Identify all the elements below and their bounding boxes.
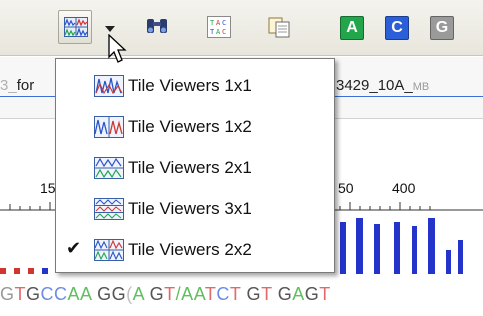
tile-3x1-icon bbox=[94, 197, 124, 220]
mouse-cursor-icon bbox=[108, 34, 127, 63]
base-g-button[interactable]: G bbox=[430, 16, 454, 40]
base-a-button[interactable]: A bbox=[340, 16, 364, 40]
base-letter: T bbox=[14, 284, 27, 304]
base-letter: C bbox=[40, 284, 55, 304]
base-letter: A bbox=[80, 284, 92, 304]
base-letter: T bbox=[204, 284, 217, 304]
base-sequence: GTGCCAA GG(A GT/AATCT GT GAGT bbox=[0, 284, 331, 305]
base-letter: G bbox=[149, 284, 165, 304]
base-letter: T bbox=[229, 284, 242, 304]
base-letter: C bbox=[54, 284, 68, 304]
base-letter: G bbox=[97, 284, 112, 304]
menu-item-tile-1x2[interactable]: Tile Viewers 1x2 bbox=[56, 106, 334, 147]
menu-item-label: Tile Viewers 2x1 bbox=[128, 157, 252, 177]
tile-2x2-icon bbox=[94, 238, 124, 261]
base-letter: G bbox=[246, 284, 262, 304]
tab-right-label: 3429_10A_ bbox=[336, 77, 413, 94]
base-letter: G bbox=[26, 284, 41, 304]
find-button[interactable] bbox=[140, 10, 174, 44]
tile-1x1-icon bbox=[94, 74, 124, 97]
chevron-down-icon[interactable] bbox=[105, 26, 115, 32]
svg-text:C: C bbox=[222, 28, 226, 36]
base-letter: A bbox=[193, 284, 205, 304]
ruler-label: 15 bbox=[40, 180, 56, 196]
base-letter: T bbox=[261, 284, 273, 304]
tile-1x2-icon bbox=[94, 115, 124, 138]
base-letter: A bbox=[292, 284, 305, 304]
tile-2x1-icon bbox=[94, 156, 124, 179]
tile-viewers-button[interactable] bbox=[58, 10, 92, 44]
menu-item-label: Tile Viewers 1x2 bbox=[128, 116, 252, 136]
base-letter: G bbox=[277, 284, 293, 304]
menu-item-tile-1x1[interactable]: Tile Viewers 1x1 bbox=[56, 65, 334, 106]
base-letter: A bbox=[67, 284, 81, 304]
svg-text:C: C bbox=[222, 19, 226, 27]
menu-item-tile-3x1[interactable]: Tile Viewers 3x1 bbox=[56, 188, 334, 229]
trace-tab-right[interactable]: 3429_10A_MB bbox=[336, 77, 429, 94]
tab-left-label: for bbox=[16, 77, 35, 94]
ruler-label: 400 bbox=[392, 180, 416, 196]
menu-item-label: Tile Viewers 3x1 bbox=[128, 198, 252, 218]
copy-pages-button[interactable] bbox=[262, 10, 296, 44]
tab-left-prefix: 3_ bbox=[0, 77, 17, 94]
binoculars-find-icon bbox=[147, 19, 167, 33]
base-letter: G bbox=[304, 284, 320, 304]
copy-pages-icon bbox=[268, 17, 290, 38]
tile-viewers-icon bbox=[64, 17, 88, 37]
base-letter: G bbox=[111, 284, 127, 304]
base-letter: T bbox=[164, 284, 176, 304]
base-letter: T bbox=[319, 284, 331, 304]
checkmark-icon: ✔ bbox=[66, 238, 82, 258]
menu-item-label: Tile Viewers 1x1 bbox=[128, 75, 252, 95]
sequence-text-icon: T A C T A C bbox=[207, 16, 231, 38]
base-c-button[interactable]: C bbox=[385, 16, 409, 40]
tile-viewers-menu: Tile Viewers 1x1 Tile Viewers 1x2 Tile V… bbox=[55, 58, 335, 273]
menu-item-label: Tile Viewers 2x2 bbox=[128, 239, 252, 259]
base-letter: A bbox=[132, 284, 145, 304]
tab-right-faded: MB bbox=[412, 81, 430, 93]
toolbar: T A C T A C A C G bbox=[0, 0, 483, 56]
menu-item-tile-2x1[interactable]: Tile Viewers 2x1 bbox=[56, 147, 334, 188]
menu-item-tile-2x2[interactable]: ✔ Tile Viewers 2x2 bbox=[56, 229, 334, 270]
trace-tab-left[interactable]: 3_for bbox=[0, 77, 34, 94]
base-letter: G bbox=[0, 284, 15, 304]
base-letter: A bbox=[181, 284, 194, 304]
sequence-text-button[interactable]: T A C T A C bbox=[202, 10, 236, 44]
ruler-label: 50 bbox=[338, 180, 354, 196]
base-letter: C bbox=[216, 284, 230, 304]
